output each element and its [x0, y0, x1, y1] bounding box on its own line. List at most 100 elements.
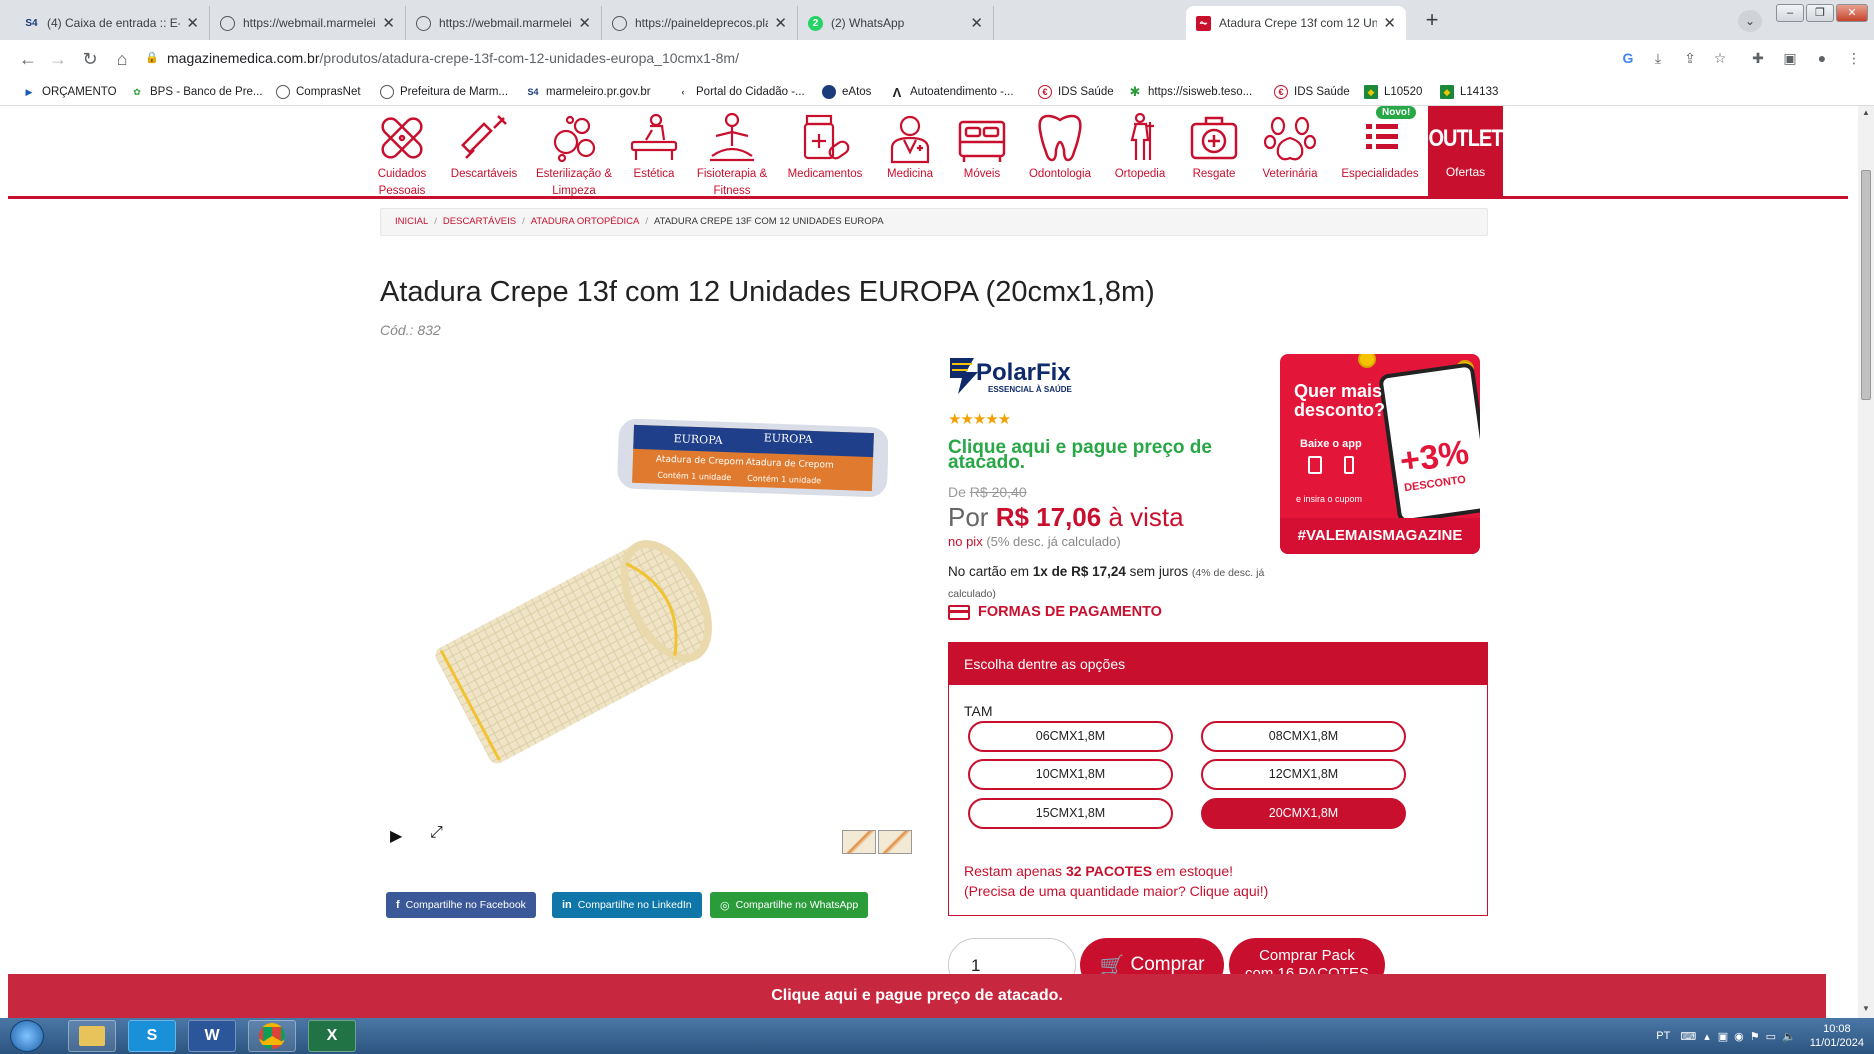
breadcrumb-separator: / [645, 216, 648, 227]
size-option-selected[interactable]: 20CMX1,8M [1201, 798, 1406, 829]
display-icon[interactable]: ▭ [1766, 1030, 1776, 1043]
more-quantity-link[interactable]: (Precisa de uma quantidade maior? Clique… [964, 883, 1268, 899]
size-option[interactable]: 08CMX1,8M [1201, 721, 1406, 752]
close-icon[interactable]: ✕ [970, 14, 983, 32]
keyboard-icon[interactable]: ⌨ [1680, 1030, 1696, 1043]
bookmark-item[interactable]: ✿ BPS - Banco de Pre... [130, 78, 262, 106]
install-icon[interactable]: ⤓ [1648, 48, 1668, 68]
profile-icon[interactable]: ● [1812, 48, 1832, 68]
browser-tab[interactable]: https://webmail.marmeleiro.pr.go ✕ [210, 6, 406, 40]
share-icon[interactable]: ⇪ [1680, 48, 1700, 68]
excel-icon[interactable]: X [308, 1020, 356, 1052]
category-ortopedia[interactable]: Ortopedia [1100, 112, 1180, 183]
forward-icon[interactable]: → [46, 47, 70, 71]
category-medicamentos[interactable]: Medicamentos [784, 112, 866, 183]
breadcrumb-category[interactable]: DESCARTÁVEIS [443, 216, 516, 227]
sidepanel-icon[interactable]: ▣ [1780, 48, 1800, 68]
category-descartaveis[interactable]: Descartáveis [444, 112, 524, 183]
wholesale-price-link[interactable]: Clique aqui e pague preço de atacado. [948, 438, 1238, 472]
app-discount-banner[interactable]: Quer mais desconto? Baixe o app e insira … [1280, 354, 1480, 554]
share-facebook-button[interactable]: f Compartilhe no Facebook [386, 892, 536, 918]
bookmark-item[interactable]: € IDS Saúde [1038, 78, 1114, 106]
skype-tray-icon[interactable]: ◉ [1734, 1030, 1744, 1043]
bookmark-item[interactable]: S4 marmeleiro.pr.gov.br [526, 78, 650, 106]
back-icon[interactable]: ← [16, 47, 40, 71]
size-option[interactable]: 15CMX1,8M [968, 798, 1173, 829]
tray-expand-icon[interactable]: ▴ [1704, 1030, 1710, 1043]
minimize-button[interactable]: – [1776, 4, 1804, 22]
bookmark-item[interactable]: ◆ L14133 [1440, 78, 1498, 106]
bookmark-item[interactable]: Prefeitura de Marm... [380, 78, 508, 106]
thumbnail[interactable] [842, 830, 876, 854]
network-icon[interactable]: ▣ [1718, 1030, 1728, 1043]
breadcrumb-home[interactable]: INICIAL [395, 216, 428, 227]
bookmark-item[interactable]: ComprasNet [276, 78, 361, 106]
breadcrumb-subcategory[interactable]: ATADURA ORTOPÉDICA [531, 216, 640, 227]
extensions-icon[interactable]: ✚ [1748, 48, 1768, 68]
maximize-button[interactable]: ❐ [1806, 4, 1834, 22]
tab-search-button[interactable]: ⌄ [1738, 10, 1762, 32]
scrollbar[interactable]: ▲ ▼ [1858, 106, 1874, 1018]
product-image[interactable]: EUROPA EUROPA Atadura de Crepom Atadura … [428, 408, 888, 818]
browser-tab[interactable]: https://webmail.marmeleiro.pr.go ✕ [406, 6, 602, 40]
browser-tab[interactable]: 2 (2) WhatsApp ✕ [798, 6, 994, 40]
new-tab-button[interactable]: + [1418, 9, 1446, 33]
size-option[interactable]: 10CMX1,8M [968, 759, 1173, 790]
browser-tab[interactable]: S4 (4) Caixa de entrada :: E-mail - m ✕ [14, 6, 210, 40]
close-icon[interactable]: ✕ [578, 14, 591, 32]
share-linkedin-button[interactable]: in Compartilhe no LinkedIn [552, 892, 702, 918]
close-icon[interactable]: ✕ [1383, 14, 1396, 32]
bookmark-item[interactable]: ✱ https://sisweb.teso... [1128, 78, 1253, 106]
scroll-up-icon[interactable]: ▲ [1861, 108, 1871, 117]
scrollbar-thumb[interactable] [1861, 170, 1871, 400]
skype-icon[interactable]: S [128, 1020, 176, 1052]
category-fisioterapia-fitness[interactable]: Fisioterapia & Fitness [692, 112, 772, 200]
bookmark-star-icon[interactable]: ☆ [1710, 48, 1730, 68]
category-especialidades[interactable]: Especialidades [1334, 112, 1426, 183]
share-whatsapp-button[interactable]: ◎ Compartilhe no WhatsApp [710, 892, 869, 918]
menu-icon[interactable]: ⋮ [1844, 48, 1864, 68]
category-odontologia[interactable]: Odontologia [1020, 112, 1100, 183]
close-icon[interactable]: ✕ [774, 14, 787, 32]
category-resgate[interactable]: Resgate [1174, 112, 1254, 183]
category-cuidados-pessoais[interactable]: Cuidados Pessoais [362, 112, 442, 200]
payment-forms-link[interactable]: FORMAS DE PAGAMENTO [948, 604, 1162, 620]
wholesale-banner[interactable]: Clique aqui e pague preço de atacado. [8, 974, 1826, 1018]
bookmark-item[interactable]: ▶ ORÇAMENTO [22, 78, 117, 106]
expand-icon[interactable]: ⤢ [430, 824, 443, 842]
category-estetica[interactable]: Estética [614, 112, 694, 183]
chrome-icon[interactable] [248, 1020, 296, 1052]
reload-icon[interactable]: ↻ [78, 47, 102, 71]
size-option[interactable]: 12CMX1,8M [1201, 759, 1406, 790]
home-icon[interactable]: ⌂ [110, 47, 134, 71]
browser-tab-active[interactable]: ⏦ Atadura Crepe 13f com 12 Unida ✕ [1186, 6, 1406, 40]
category-veterinaria[interactable]: Veterinária [1250, 112, 1330, 183]
start-button[interactable] [10, 1020, 44, 1052]
play-icon[interactable]: ▶ [390, 826, 402, 846]
category-moveis[interactable]: Móveis [942, 112, 1022, 183]
browser-tab[interactable]: https://paineldeprecos.planejam ✕ [602, 6, 798, 40]
size-option[interactable]: 06CMX1,8M [968, 721, 1173, 752]
word-icon[interactable]: W [188, 1020, 236, 1052]
scroll-down-icon[interactable]: ▼ [1861, 1004, 1871, 1013]
category-esterilizacao-limpeza[interactable]: Esterilização & Limpeza [534, 112, 614, 200]
brand-logo[interactable]: PolarFix ESSENCIAL À SAÚDE [948, 354, 1098, 396]
language-indicator[interactable]: PT [1656, 1030, 1670, 1042]
close-icon[interactable]: ✕ [382, 14, 395, 32]
flag-tray-icon[interactable]: ⚑ [1750, 1030, 1760, 1043]
thumbnail[interactable] [878, 830, 912, 854]
category-medicina[interactable]: Medicina [870, 112, 950, 183]
outlet-button[interactable]: OUTLET Ofertas [1428, 106, 1504, 198]
volume-icon[interactable]: 🔈 [1782, 1030, 1796, 1043]
bookmark-item[interactable]: Λ Autoatendimento -... [890, 78, 1014, 106]
close-icon[interactable]: ✕ [186, 14, 199, 32]
bookmark-item[interactable]: ‹ Portal do Cidadão -... [676, 78, 805, 106]
google-icon[interactable]: G [1618, 48, 1638, 68]
close-window-button[interactable]: ✕ [1836, 4, 1868, 22]
url-input[interactable]: 🔒 magazinemedica.com.br/produtos/atadura… [145, 44, 1435, 72]
bookmark-item[interactable]: € IDS Saúde [1274, 78, 1350, 106]
file-explorer-icon[interactable] [68, 1020, 116, 1052]
bookmark-item[interactable]: eAtos [822, 78, 871, 106]
bookmark-item[interactable]: ◆ L10520 [1364, 78, 1422, 106]
clock[interactable]: 10:08 11/01/2024 [1810, 1022, 1864, 1050]
